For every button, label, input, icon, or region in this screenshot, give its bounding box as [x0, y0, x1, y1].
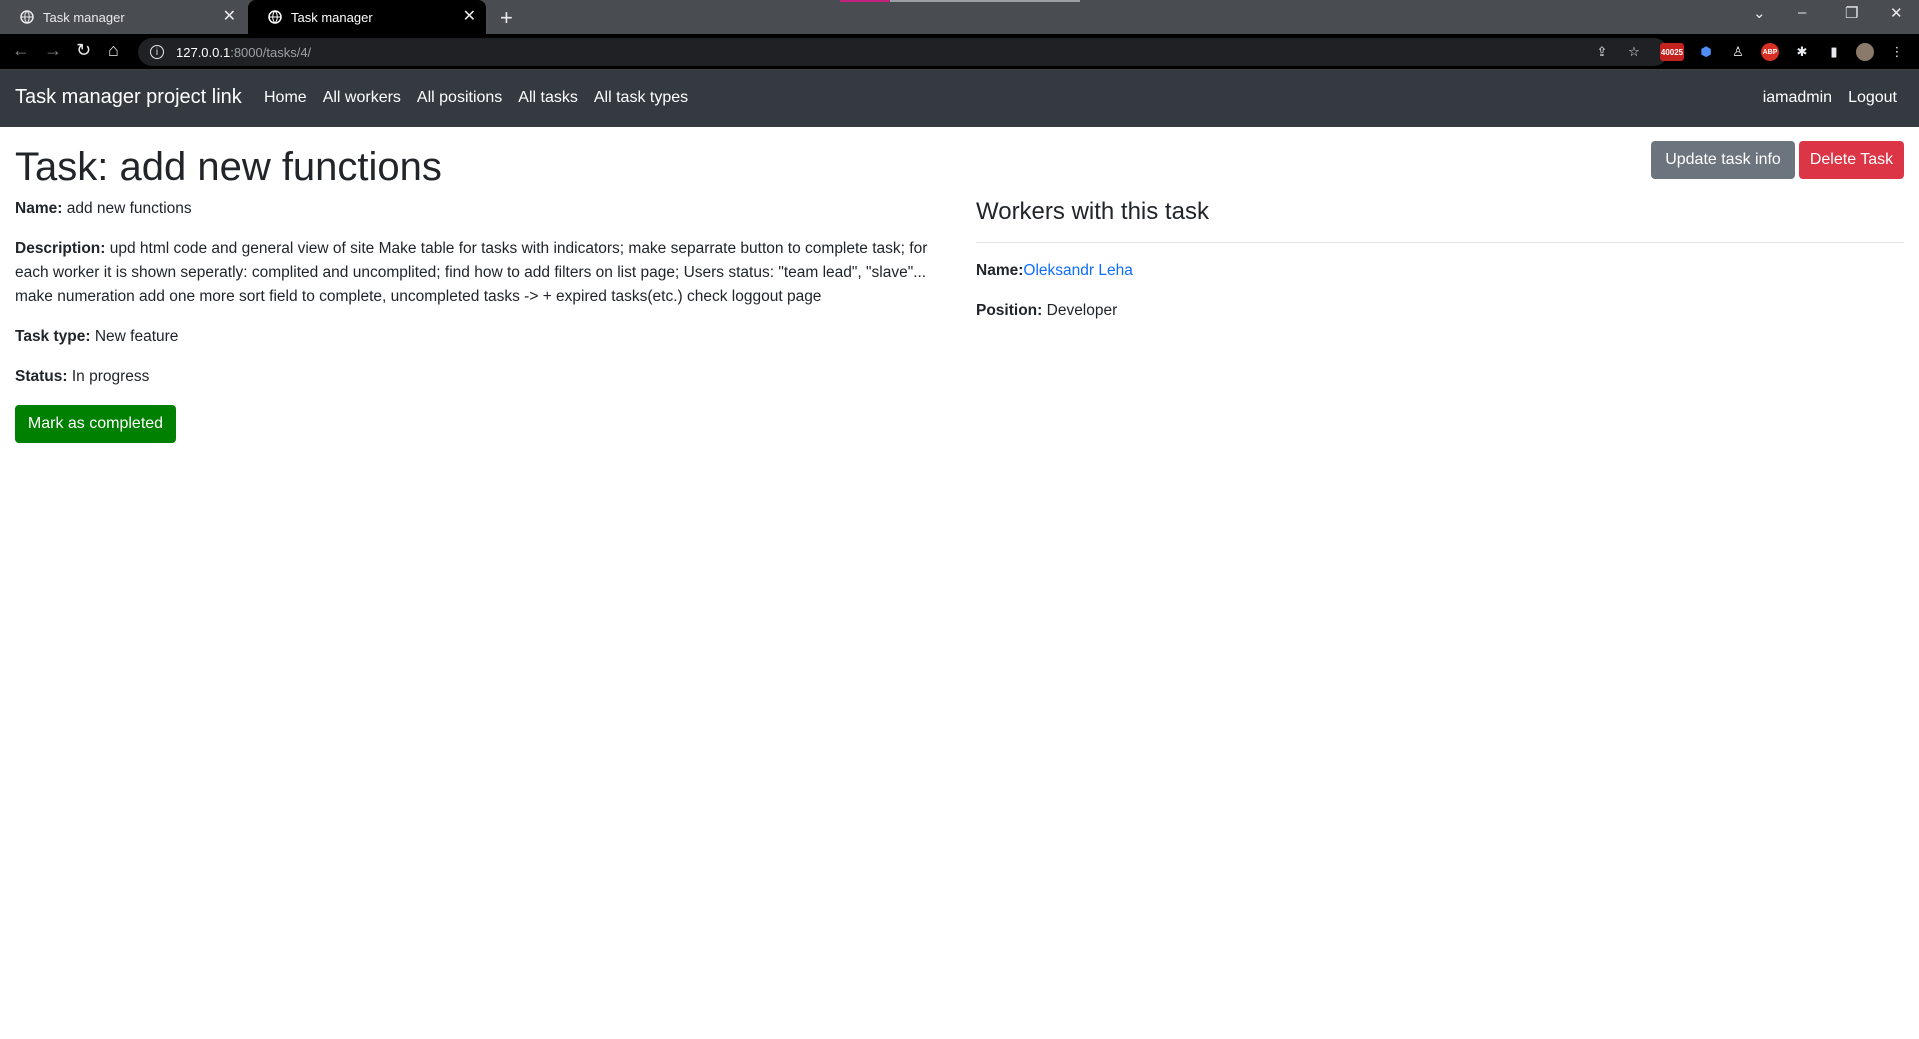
- address-bar[interactable]: i 127.0.0.1:8000/tasks/4/: [138, 38, 1668, 66]
- profile-avatar-icon[interactable]: [1856, 43, 1874, 61]
- worker-name-link[interactable]: Oleksandr Leha: [1023, 262, 1132, 279]
- bookmark-star-icon[interactable]: ☆: [1625, 43, 1643, 61]
- worker-name-field: Name:Oleksandr Leha: [976, 259, 1904, 283]
- nav-logout[interactable]: Logout: [1848, 89, 1897, 107]
- task-details: Name: add new functions Description: upd…: [15, 197, 945, 405]
- update-task-button[interactable]: Update task info: [1651, 141, 1795, 179]
- field-label: Name:: [976, 262, 1024, 279]
- nav-all-tasks[interactable]: All tasks: [518, 89, 578, 107]
- extensions-puzzle-icon[interactable]: ✱: [1793, 43, 1811, 61]
- globe-icon: [20, 10, 34, 24]
- globe-icon: [268, 10, 282, 24]
- delete-task-button[interactable]: Delete Task: [1799, 141, 1904, 179]
- task-name-field: Name: add new functions: [15, 197, 945, 221]
- browser-tab[interactable]: Task manager ✕: [0, 0, 246, 34]
- task-name-value: add new functions: [66, 200, 192, 217]
- minimize-icon[interactable]: –: [1798, 4, 1806, 21]
- page-title: Task: add new functions: [15, 145, 442, 189]
- back-icon[interactable]: ←: [12, 40, 30, 61]
- url-path: :8000/tasks/4/: [230, 44, 312, 60]
- workers-panel: Workers with this task Name:Oleksandr Le…: [976, 196, 1904, 339]
- new-tab-icon[interactable]: +: [500, 5, 513, 31]
- close-tab-icon[interactable]: ✕: [223, 9, 236, 25]
- restore-icon[interactable]: ❐: [1845, 4, 1858, 22]
- mail-extension-icon[interactable]: 40025: [1660, 43, 1684, 61]
- workers-heading: Workers with this task: [976, 198, 1209, 225]
- nav-all-positions[interactable]: All positions: [417, 89, 502, 107]
- close-tab-icon[interactable]: ✕: [463, 9, 476, 25]
- tab-accent: [890, 0, 1080, 2]
- reload-icon[interactable]: ↻: [76, 40, 91, 61]
- mark-completed-button[interactable]: Mark as completed: [15, 405, 176, 443]
- worker-position-field: Position: Developer: [976, 299, 1904, 323]
- adblock-extension-icon[interactable]: ABP: [1761, 43, 1779, 61]
- site-info-icon[interactable]: i: [150, 45, 164, 59]
- tab-title: Task manager: [291, 9, 373, 25]
- task-status-value: In progress: [71, 368, 150, 385]
- task-description-value: upd html code and general view of site M…: [15, 240, 928, 305]
- task-type-field: Task type: New feature: [15, 325, 945, 349]
- home-icon[interactable]: ⌂: [108, 40, 119, 61]
- menu-kebab-icon[interactable]: ⋮: [1888, 43, 1906, 61]
- tab-title: Task manager: [43, 9, 125, 25]
- browser-tab-active[interactable]: Task manager ✕: [248, 0, 486, 34]
- nav-home[interactable]: Home: [264, 89, 307, 107]
- bell-extension-icon[interactable]: ♙: [1729, 43, 1747, 61]
- browser-toolbar: ← → ↻ ⌂ i 127.0.0.1:8000/tasks/4/ ⇪ ☆ 40…: [0, 34, 1919, 69]
- nav-all-task-types[interactable]: All task types: [594, 89, 688, 107]
- brand-link[interactable]: Task manager project link: [15, 86, 242, 109]
- worker-position-value: Developer: [1046, 302, 1118, 319]
- tab-search-icon[interactable]: ⌄: [1753, 4, 1766, 22]
- field-label: Position:: [976, 302, 1043, 319]
- side-panel-icon[interactable]: ▮: [1825, 43, 1843, 61]
- divider: [976, 242, 1904, 243]
- shield-extension-icon[interactable]: ⬢: [1697, 43, 1715, 61]
- task-description-field: Description: upd html code and general v…: [15, 237, 945, 309]
- site-navbar: Task manager project link Home All worke…: [0, 70, 1919, 127]
- field-label: Description:: [15, 240, 106, 257]
- forward-icon[interactable]: →: [44, 40, 62, 61]
- task-status-field: Status: In progress: [15, 365, 945, 389]
- field-label: Status:: [15, 368, 68, 385]
- field-label: Name:: [15, 200, 63, 217]
- nav-username[interactable]: iamadmin: [1763, 89, 1832, 107]
- nav-user-area: iamadmin Logout: [1763, 89, 1897, 107]
- field-label: Task type:: [15, 328, 91, 345]
- share-icon[interactable]: ⇪: [1593, 43, 1611, 61]
- browser-tabstrip: Task manager ✕ Task manager ✕ + ⌄ – ❐ ✕: [0, 0, 1919, 34]
- nav-links: Home All workers All positions All tasks…: [264, 89, 688, 107]
- close-window-icon[interactable]: ✕: [1890, 4, 1903, 22]
- url-host: 127.0.0.1: [176, 44, 231, 60]
- nav-all-workers[interactable]: All workers: [323, 89, 401, 107]
- task-type-value: New feature: [94, 328, 179, 345]
- tab-accent: [840, 0, 890, 2]
